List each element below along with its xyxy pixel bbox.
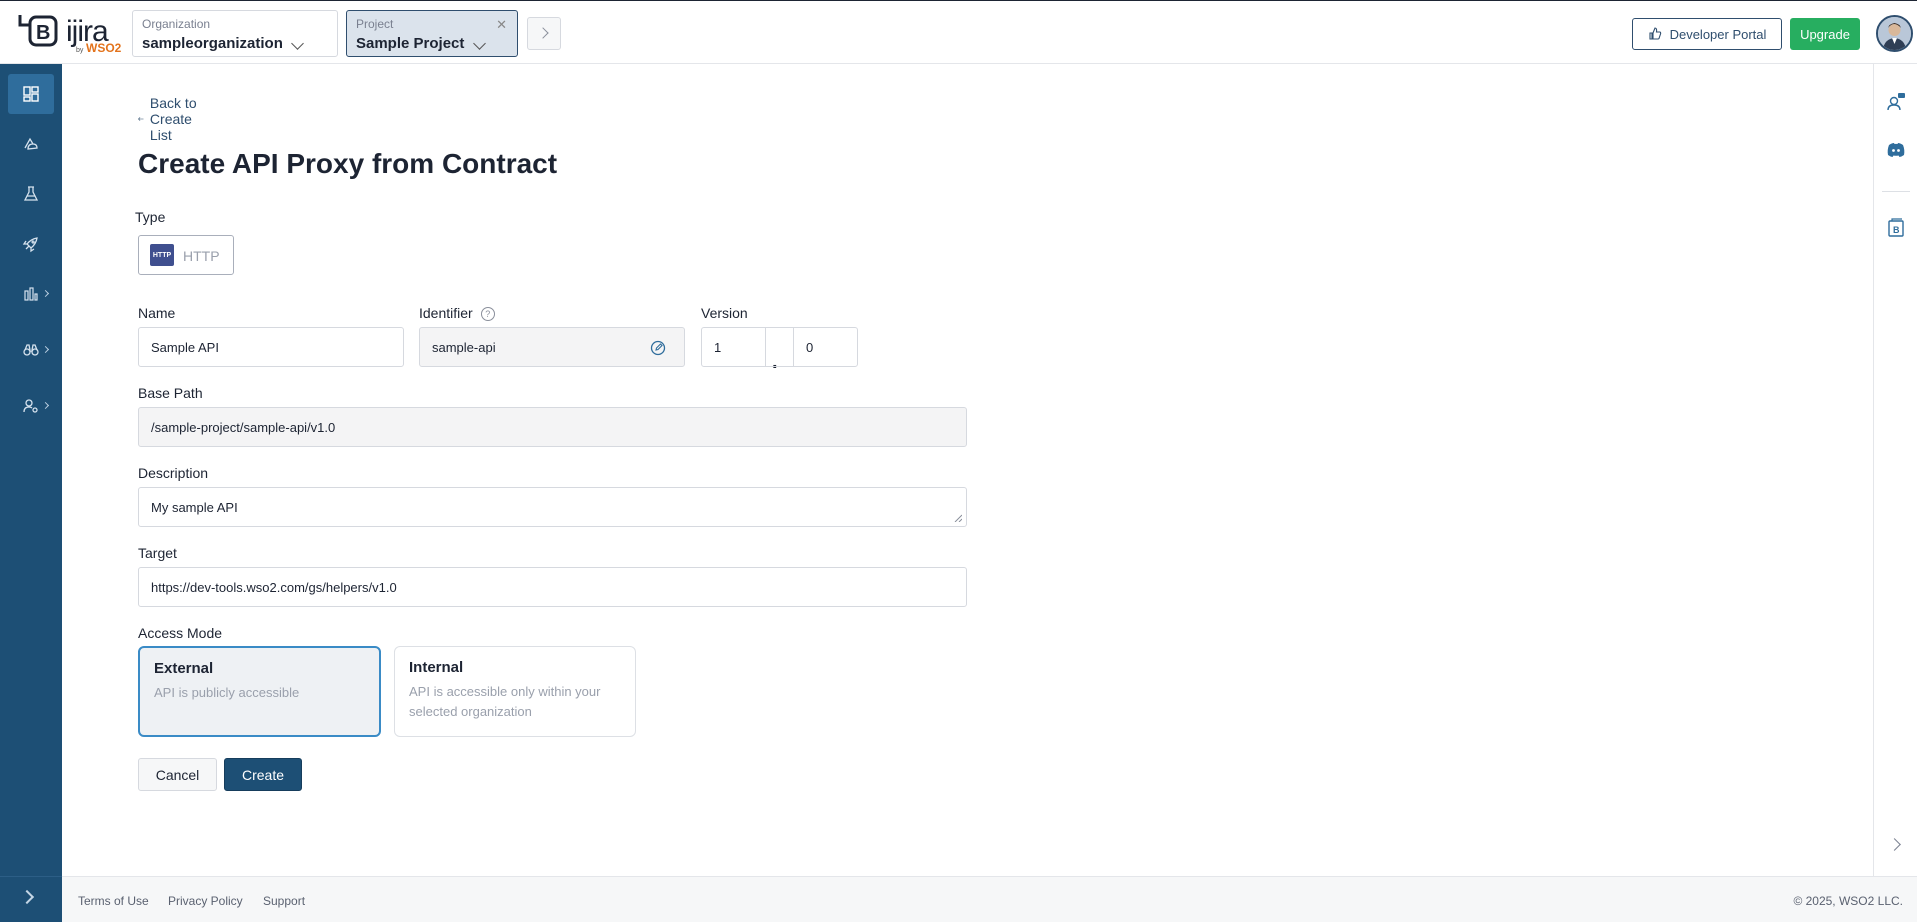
- description-textarea[interactable]: My sample API: [138, 487, 967, 527]
- organization-selector[interactable]: Organization sampleorganization: [132, 10, 338, 57]
- next-level-button[interactable]: [527, 17, 561, 50]
- upgrade-button[interactable]: Upgrade: [1790, 18, 1860, 50]
- access-mode-external[interactable]: External API is publicly accessible: [138, 646, 381, 737]
- sidebar-item-test[interactable]: [8, 174, 54, 214]
- copyright: © 2025, WSO2 LLC.: [1793, 894, 1903, 908]
- bar-chart-icon: [24, 287, 38, 301]
- sidebar-item-admin[interactable]: [8, 386, 54, 426]
- help-icon[interactable]: ?: [480, 307, 495, 322]
- sidebar-item-deploy[interactable]: [8, 224, 54, 264]
- version-minor-value: 0: [806, 339, 814, 355]
- name-label: Name: [138, 305, 176, 321]
- base-path-input[interactable]: /sample-project/sample-api/v1.0: [138, 407, 967, 447]
- sidebar-item-overview[interactable]: [8, 74, 54, 114]
- version-minor-input[interactable]: 0: [793, 327, 858, 367]
- sidebar-divider: [0, 876, 62, 877]
- svg-text:B: B: [1893, 225, 1900, 235]
- brand-vendor: WSO2: [86, 41, 122, 55]
- identifier-value: sample-api: [432, 339, 496, 355]
- develop-icon: [24, 137, 38, 150]
- privacy-policy-link[interactable]: Privacy Policy: [168, 894, 243, 908]
- access-mode-label: Access Mode: [138, 625, 223, 641]
- chevron-right-icon: [41, 345, 50, 354]
- cancel-button[interactable]: Cancel: [138, 758, 217, 791]
- description-label: Description: [138, 465, 209, 481]
- brand-by: by: [76, 47, 84, 54]
- access-mode-internal-title: Internal: [409, 659, 464, 676]
- base-path-value: /sample-project/sample-api/v1.0: [151, 419, 336, 435]
- project-label: Project: [356, 17, 394, 31]
- right-sidebar-divider: [1882, 191, 1910, 192]
- chevron-down-icon: [473, 37, 486, 50]
- chevron-right-icon[interactable]: [1888, 838, 1901, 851]
- back-link-label: Back to Create List: [149, 95, 197, 143]
- svg-text:B: B: [36, 22, 50, 44]
- support-chat-icon[interactable]: [1886, 92, 1906, 112]
- developer-portal-button[interactable]: Developer Portal: [1632, 18, 1782, 50]
- rocket-icon: [22, 237, 38, 253]
- access-mode-external-title: External: [154, 660, 214, 677]
- organization-label: Organization: [142, 17, 211, 31]
- chevron-right-icon: [41, 289, 50, 298]
- avatar-image: [1878, 17, 1911, 50]
- access-mode-external-desc: API is publicly accessible: [154, 685, 300, 700]
- support-link[interactable]: Support: [263, 894, 305, 908]
- identifier-label: Identifier?: [419, 305, 495, 322]
- name-value: Sample API: [151, 339, 219, 355]
- create-button[interactable]: Create: [224, 758, 302, 791]
- discord-icon[interactable]: [1886, 140, 1906, 160]
- page-title: Create API Proxy from Contract: [138, 148, 558, 179]
- type-label: Type: [135, 209, 166, 225]
- name-input[interactable]: Sample API: [138, 327, 404, 367]
- top-bar: B ijira by WSO2 Organization sampleorgan…: [0, 0, 1917, 64]
- expand-sidebar-icon[interactable]: [19, 889, 35, 905]
- resize-handle-icon[interactable]: [954, 514, 962, 522]
- back-link[interactable]: Back to Create List: [138, 95, 200, 143]
- developer-portal-label: Developer Portal: [1669, 26, 1767, 42]
- organization-value: sampleorganization: [142, 35, 283, 52]
- target-value: https://dev-tools.wso2.com/gs/helpers/v1…: [151, 579, 397, 595]
- right-sidebar: B: [1873, 64, 1917, 876]
- description-value: My sample API: [151, 499, 238, 515]
- user-settings-icon: [23, 399, 38, 413]
- chevron-down-icon: [291, 37, 304, 50]
- footer: Terms of Use Privacy Policy Support © 20…: [62, 876, 1917, 922]
- arrow-left-icon: [138, 117, 144, 121]
- project-value: Sample Project: [356, 35, 465, 52]
- type-value: HTTP: [183, 248, 220, 264]
- overview-icon: [23, 86, 39, 102]
- sidebar-item-observability[interactable]: [8, 330, 54, 370]
- version-major-input[interactable]: 1: [701, 327, 766, 367]
- user-avatar[interactable]: [1876, 15, 1913, 52]
- sidebar-item-insights[interactable]: [8, 274, 54, 314]
- identifier-input[interactable]: sample-api: [419, 327, 685, 367]
- project-selector[interactable]: Project ✕ Sample Project: [346, 10, 518, 57]
- binoculars-icon: [23, 344, 39, 356]
- access-mode-internal-desc: API is accessible only within your selec…: [409, 684, 601, 719]
- type-http-option[interactable]: HTTP HTTP: [138, 235, 234, 275]
- thumbs-up-icon: [1649, 27, 1661, 40]
- target-input[interactable]: https://dev-tools.wso2.com/gs/helpers/v1…: [138, 567, 967, 607]
- chevron-right-icon: [537, 27, 549, 39]
- flask-icon: [23, 186, 39, 201]
- version-label: Version: [701, 305, 748, 321]
- version-separator-box: [765, 327, 794, 367]
- version-major-value: 1: [714, 339, 722, 355]
- base-path-label: Base Path: [138, 385, 203, 401]
- bijira-logo-icon: B: [18, 15, 58, 47]
- http-icon: HTTP: [150, 244, 174, 266]
- chevron-right-icon: [41, 401, 50, 410]
- sidebar-item-develop[interactable]: [8, 124, 54, 164]
- bijira-logo[interactable]: B ijira by WSO2: [16, 11, 121, 55]
- left-sidebar: [0, 64, 62, 922]
- close-icon[interactable]: ✕: [496, 17, 507, 33]
- access-mode-internal[interactable]: Internal API is accessible only within y…: [394, 646, 636, 737]
- target-label: Target: [138, 545, 177, 561]
- edit-identifier-icon[interactable]: [650, 340, 666, 356]
- terms-of-use-link[interactable]: Terms of Use: [78, 894, 149, 908]
- bijira-doc-icon[interactable]: B: [1886, 218, 1906, 238]
